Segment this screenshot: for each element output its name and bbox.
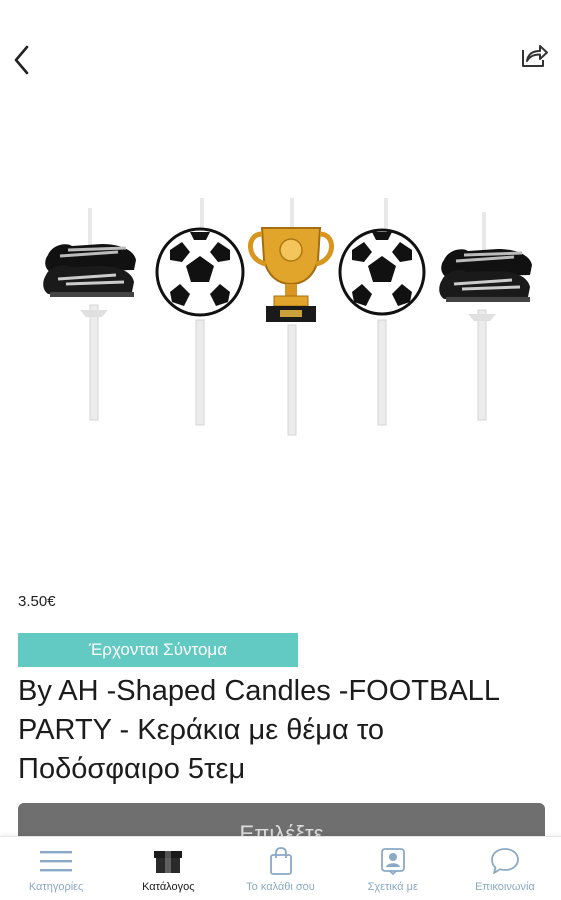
tab-cart[interactable]: Το καλάθι σου xyxy=(224,837,336,900)
box-icon xyxy=(151,846,185,876)
soccer-ball-icon xyxy=(155,198,245,426)
tab-contact[interactable]: Επικοινωνία xyxy=(449,837,561,900)
tab-label: Το καλάθι σου xyxy=(246,881,315,893)
tab-categories[interactable]: Κατηγορίες xyxy=(0,837,112,900)
top-bar xyxy=(0,0,561,110)
back-button[interactable] xyxy=(6,40,36,80)
tab-label: Σχετικά με xyxy=(367,881,418,893)
share-icon xyxy=(522,45,548,67)
menu-lines-icon xyxy=(39,846,73,876)
tab-label: Κατηγορίες xyxy=(28,881,84,893)
football-boot-icon xyxy=(439,212,532,421)
product-price: 3.50€ xyxy=(18,593,56,610)
tab-label: Κατάλογος xyxy=(142,881,195,893)
football-boot-icon xyxy=(43,208,136,421)
availability-badge: Έρχονται Σύντομα xyxy=(18,633,298,667)
bottom-tab-bar: Κατηγορίες Κατάλογος Το καλάθι σου Σχετι… xyxy=(0,836,561,900)
soccer-ball-icon xyxy=(338,198,426,426)
chat-bubble-icon xyxy=(488,846,522,876)
shopping-bag-icon xyxy=(264,846,298,876)
trophy-icon xyxy=(248,198,334,436)
tab-label: Επικοινωνία xyxy=(475,881,535,893)
tab-about[interactable]: Σχετικά με xyxy=(337,837,449,900)
chevron-left-icon xyxy=(14,45,29,75)
product-image xyxy=(30,180,540,450)
share-button[interactable] xyxy=(517,38,551,72)
product-title: By AH -Shaped Candles -FOOTBALL PARTY - … xyxy=(18,675,499,785)
tab-catalog[interactable]: Κατάλογος xyxy=(112,837,224,900)
product-detail-screen: 3.50€ Έρχονται Σύντομα By AH -Shaped Can… xyxy=(0,0,561,900)
contact-badge-icon xyxy=(376,846,410,876)
